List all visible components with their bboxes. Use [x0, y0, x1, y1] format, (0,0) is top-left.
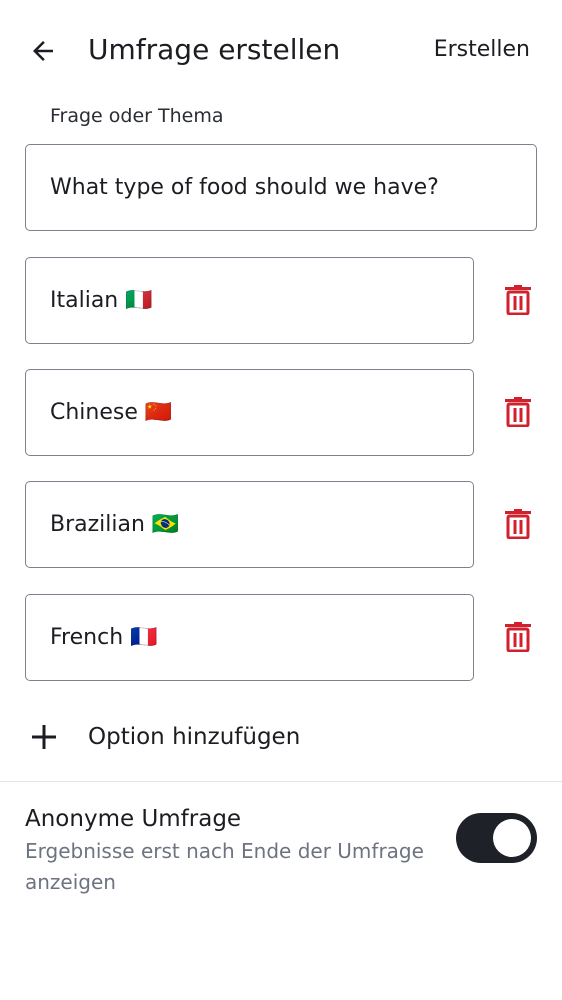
- delete-option-button[interactable]: [496, 390, 540, 434]
- option-input-4[interactable]: [26, 595, 473, 680]
- option-input-1[interactable]: [26, 258, 473, 343]
- delete-option-button[interactable]: [496, 615, 540, 659]
- trash-icon: [505, 397, 531, 427]
- anonymous-poll-description: Ergebnisse erst nach Ende der Umfrage an…: [25, 839, 424, 894]
- trash-icon: [505, 285, 531, 315]
- option-input-3[interactable]: [26, 482, 473, 567]
- trash-icon: [505, 509, 531, 539]
- arrow-left-icon: [33, 41, 53, 61]
- delete-option-button[interactable]: [496, 278, 540, 322]
- option-field[interactable]: [25, 594, 474, 681]
- question-label: Frage oder Thema: [50, 105, 224, 127]
- question-field[interactable]: [25, 144, 537, 231]
- toggle-knob: [493, 819, 531, 857]
- add-option-label: Option hinzufügen: [88, 724, 301, 750]
- app-header: Umfrage erstellen Erstellen: [0, 0, 562, 100]
- section-divider: [0, 781, 562, 782]
- anonymous-poll-title: Anonyme Umfrage: [25, 806, 242, 832]
- option-field[interactable]: [25, 257, 474, 344]
- back-button[interactable]: [22, 30, 64, 72]
- page-title: Umfrage erstellen: [88, 33, 341, 66]
- create-poll-screen: Umfrage erstellen Erstellen Frage oder T…: [0, 0, 562, 1000]
- create-button[interactable]: Erstellen: [434, 30, 530, 70]
- question-input[interactable]: [26, 145, 536, 230]
- option-field[interactable]: [25, 481, 474, 568]
- option-field[interactable]: [25, 369, 474, 456]
- plus-icon: [32, 725, 56, 749]
- anonymous-poll-toggle[interactable]: [456, 813, 537, 863]
- option-input-2[interactable]: [26, 370, 473, 455]
- trash-icon: [505, 622, 531, 652]
- delete-option-button[interactable]: [496, 502, 540, 546]
- add-option-button[interactable]: Option hinzufügen: [25, 712, 425, 762]
